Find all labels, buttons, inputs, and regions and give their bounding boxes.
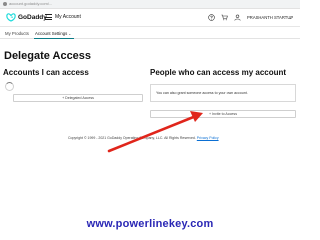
invite-to-access-button-label: + Invite to Access bbox=[208, 112, 238, 116]
watermark-text: www.powerlinekey.com bbox=[86, 218, 214, 230]
cart-icon[interactable] bbox=[221, 14, 228, 21]
logo-text: GoDaddy bbox=[18, 14, 47, 21]
delegated-access-button[interactable]: + Delegated Access bbox=[13, 94, 143, 102]
godaddy-logo[interactable]: GoDaddy bbox=[6, 13, 47, 22]
account-subnav: My Products Account Settings⌄ bbox=[0, 28, 300, 39]
loading-spinner-icon bbox=[5, 82, 14, 91]
active-tab-indicator bbox=[34, 38, 74, 39]
site-header: GoDaddy My Account PRASHANTH STARTUP ⌄ bbox=[0, 9, 300, 27]
footer: Copyright © 1999 - 2021 GoDaddy Operatin… bbox=[68, 136, 219, 140]
user-icon[interactable] bbox=[234, 14, 241, 21]
tab-account-settings-label: Account Settings bbox=[35, 31, 68, 36]
info-box: You can also grant someone access to you… bbox=[150, 84, 296, 102]
godaddy-logo-icon bbox=[6, 13, 16, 22]
url-text[interactable]: account.godaddy.com/... bbox=[9, 1, 52, 6]
help-icon[interactable] bbox=[208, 14, 215, 21]
delegated-access-button-label: + Delegated Access bbox=[62, 96, 94, 100]
tab-account-settings[interactable]: Account Settings⌄ bbox=[35, 31, 71, 36]
my-account-menu[interactable]: My Account bbox=[45, 14, 81, 20]
accounts-i-can-access-heading: Accounts I can access bbox=[3, 68, 89, 77]
chevron-down-icon: ⌄ bbox=[68, 32, 72, 36]
hamburger-icon bbox=[45, 14, 52, 20]
lock-icon bbox=[3, 2, 7, 6]
info-text: You can also grant someone access to you… bbox=[156, 91, 248, 95]
footer-copyright: Copyright © 1999 - 2021 GoDaddy Operatin… bbox=[68, 136, 196, 140]
people-who-can-access-heading: People who can access my account bbox=[150, 68, 287, 77]
tab-my-products[interactable]: My Products bbox=[5, 31, 29, 36]
menu-label: My Account bbox=[55, 14, 81, 20]
browser-address-bar[interactable]: account.godaddy.com/... bbox=[0, 0, 300, 9]
page-title: Delegate Access bbox=[4, 50, 92, 62]
invite-to-access-button[interactable]: + Invite to Access bbox=[150, 110, 296, 118]
chevron-down-icon[interactable]: ⌄ bbox=[289, 15, 292, 20]
user-name[interactable]: PRASHANTH STARTUP bbox=[247, 15, 293, 20]
privacy-policy-link[interactable]: Privacy Policy bbox=[197, 136, 219, 140]
